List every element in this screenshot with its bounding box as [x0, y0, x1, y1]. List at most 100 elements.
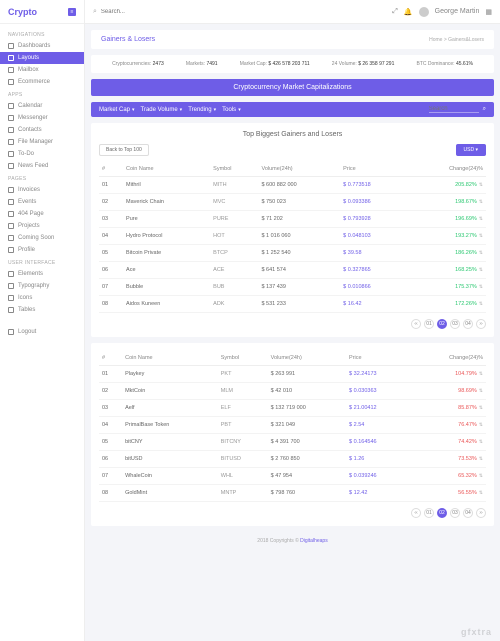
- table-row[interactable]: 06 Ace ACE $ 641 574 $ 0.327865 168.25%⇅: [99, 262, 486, 279]
- cell-name: Maverick Chain: [123, 194, 210, 211]
- sort-icon: ⇅: [479, 422, 483, 428]
- cell-sym: BTCP: [210, 245, 258, 262]
- th-num: #: [99, 162, 123, 177]
- dd-tools[interactable]: Tools▾: [222, 107, 241, 113]
- table-row[interactable]: 07 WhaleCoin WHL $ 47 954 $ 0.039246 65.…: [99, 468, 486, 485]
- page-4[interactable]: 04: [463, 319, 473, 329]
- sidebar-item-filemanager[interactable]: File Manager: [0, 136, 84, 148]
- cell-sym: MNTP: [218, 485, 268, 502]
- cell-vol: $ 321 049: [268, 417, 346, 434]
- stats-bar: Cryptocurrencies: 2473 Markets: 7491 Mar…: [91, 55, 494, 73]
- cell-name: PrimalBase Token: [122, 417, 218, 434]
- table-row[interactable]: 03 Pure PURE $ 71 202 $ 0.793928 196.69%…: [99, 211, 486, 228]
- crumb-current: Gainers&Losers: [448, 37, 484, 43]
- sidebar-item-coming[interactable]: Coming Soon: [0, 232, 84, 244]
- sidebar-item-typography[interactable]: Typography: [0, 280, 84, 292]
- brand-text: Crypto: [8, 7, 37, 17]
- dd-trending[interactable]: Trending▾: [188, 107, 216, 113]
- sidebar-item-ecommerce[interactable]: Ecommerce: [0, 76, 84, 88]
- table-row[interactable]: 01 Mithril MITH $ 600 882 000 $ 0.773518…: [99, 177, 486, 194]
- stat-value: $ 426 578 203 711: [268, 61, 309, 67]
- table-row[interactable]: 08 Aidos Kuneen ADK $ 531 233 $ 16.42 17…: [99, 296, 486, 313]
- watermark: gfxtra: [461, 627, 492, 637]
- dd-label: Trending: [188, 107, 211, 113]
- table-row[interactable]: 03 Aelf ELF $ 132 719 000 $ 21.00412 85.…: [99, 400, 486, 417]
- topbar: ⌕ ⤢ 🔔 George Martin ▦: [85, 0, 500, 24]
- page-1[interactable]: 01: [424, 319, 434, 329]
- chevron-down-icon: ▾: [180, 107, 183, 113]
- banner: Cryptocurrency Market Capitalizations: [91, 79, 494, 96]
- sidebar-item-mailbox[interactable]: Mailbox: [0, 64, 84, 76]
- table-row[interactable]: 08 GoldMint MNTP $ 798 760 $ 12.42 56.55…: [99, 485, 486, 502]
- page-next[interactable]: ››: [476, 508, 486, 518]
- table-row[interactable]: 05 bitCNY BITCNY $ 4 391 700 $ 0.164546 …: [99, 434, 486, 451]
- sidebar-item-dashboards[interactable]: Dashboards: [0, 40, 84, 52]
- cell-change: 196.69%⇅: [407, 211, 486, 228]
- cell-price: $ 0.164546: [346, 434, 410, 451]
- sort-icon: ⇅: [479, 301, 483, 307]
- page-3[interactable]: 03: [450, 319, 460, 329]
- sidebar-item-todo[interactable]: To-Do: [0, 148, 84, 160]
- page-2[interactable]: 02: [437, 508, 447, 518]
- grid-icon[interactable]: ▦: [485, 8, 492, 16]
- sidebar-item-404[interactable]: 404 Page: [0, 208, 84, 220]
- cell-vol: $ 1 252 540: [258, 245, 340, 262]
- page-3[interactable]: 03: [450, 508, 460, 518]
- menu-toggle-icon[interactable]: ≡: [68, 8, 76, 16]
- sidebar-item-messenger[interactable]: Messenger: [0, 112, 84, 124]
- search-icon[interactable]: ⌕: [483, 106, 486, 113]
- toolbar-search-input[interactable]: [429, 106, 479, 113]
- sidebar-item-invoices[interactable]: Invoices: [0, 184, 84, 196]
- currency-button[interactable]: USD ▾: [456, 144, 486, 156]
- user-name[interactable]: George Martin: [435, 8, 480, 15]
- table-row[interactable]: 01 Playkey PKT $ 263 991 $ 32.24173 104.…: [99, 366, 486, 383]
- crumb-home[interactable]: Home: [429, 37, 442, 43]
- sidebar-item-projects[interactable]: Projects: [0, 220, 84, 232]
- nav-label: Projects: [18, 223, 40, 229]
- table-row[interactable]: 04 Hydro Protocol HOT $ 1 016 060 $ 0.04…: [99, 228, 486, 245]
- table-row[interactable]: 05 Bitcoin Private BTCP $ 1 252 540 $ 39…: [99, 245, 486, 262]
- page-next[interactable]: ››: [476, 319, 486, 329]
- sidebar-item-logout[interactable]: Logout: [0, 326, 84, 338]
- sort-icon: ⇅: [479, 439, 483, 445]
- expand-icon[interactable]: ⤢: [392, 8, 398, 16]
- table-row[interactable]: 02 Maverick Chain MVC $ 750 023 $ 0.0933…: [99, 194, 486, 211]
- page-4[interactable]: 04: [463, 508, 473, 518]
- table-row[interactable]: 07 Bubble BUB $ 137 439 $ 0.010866 175.3…: [99, 279, 486, 296]
- search-input[interactable]: [101, 9, 181, 15]
- page-prev[interactable]: ‹‹: [411, 319, 421, 329]
- notification-icon[interactable]: 🔔: [404, 8, 413, 16]
- sidebar-item-calendar[interactable]: Calendar: [0, 100, 84, 112]
- events-icon: [8, 199, 14, 205]
- page-1[interactable]: 01: [424, 508, 434, 518]
- cell-num: 06: [99, 451, 122, 468]
- sidebar-item-icons[interactable]: Icons: [0, 292, 84, 304]
- sidebar-item-contacts[interactable]: Contacts: [0, 124, 84, 136]
- avatar[interactable]: [419, 7, 429, 17]
- dd-marketcap[interactable]: Market Cap▾: [99, 107, 135, 113]
- table-row[interactable]: 02 MktCoin MLM $ 42 010 $ 0.030363 98.69…: [99, 383, 486, 400]
- sidebar-item-elements[interactable]: Elements: [0, 268, 84, 280]
- sidebar-item-events[interactable]: Events: [0, 196, 84, 208]
- cell-name: GoldMint: [122, 485, 218, 502]
- sort-icon: ⇅: [479, 199, 483, 205]
- footer-link[interactable]: Digitalheaps: [300, 538, 328, 544]
- sidebar-item-profile[interactable]: Profile: [0, 244, 84, 256]
- toolbar-search[interactable]: ⌕: [429, 106, 486, 113]
- chevron-down-icon: ▾: [132, 107, 135, 113]
- page-prev[interactable]: ‹‹: [411, 508, 421, 518]
- sidebar-item-newsfeed[interactable]: News Feed: [0, 160, 84, 172]
- sidebar: Crypto ≡ NAVIGATIONS Dashboards Layouts …: [0, 0, 85, 641]
- table-row[interactable]: 06 bitUSD BITUSD $ 2 760 850 $ 1.26 73.5…: [99, 451, 486, 468]
- dd-volume[interactable]: Trade Volume▾: [141, 107, 183, 113]
- sidebar-item-layouts[interactable]: Layouts: [0, 52, 84, 64]
- sidebar-item-tables[interactable]: Tables: [0, 304, 84, 316]
- cell-sym: ACE: [210, 262, 258, 279]
- table-row[interactable]: 04 PrimalBase Token PBT $ 321 049 $ 2.54…: [99, 417, 486, 434]
- page-2[interactable]: 02: [437, 319, 447, 329]
- global-search[interactable]: ⌕: [93, 8, 213, 16]
- th-price: Price: [346, 351, 410, 366]
- sort-icon: ⇅: [479, 490, 483, 496]
- cell-num: 08: [99, 485, 122, 502]
- back-to-top100-button[interactable]: Back to Top 100: [99, 144, 149, 156]
